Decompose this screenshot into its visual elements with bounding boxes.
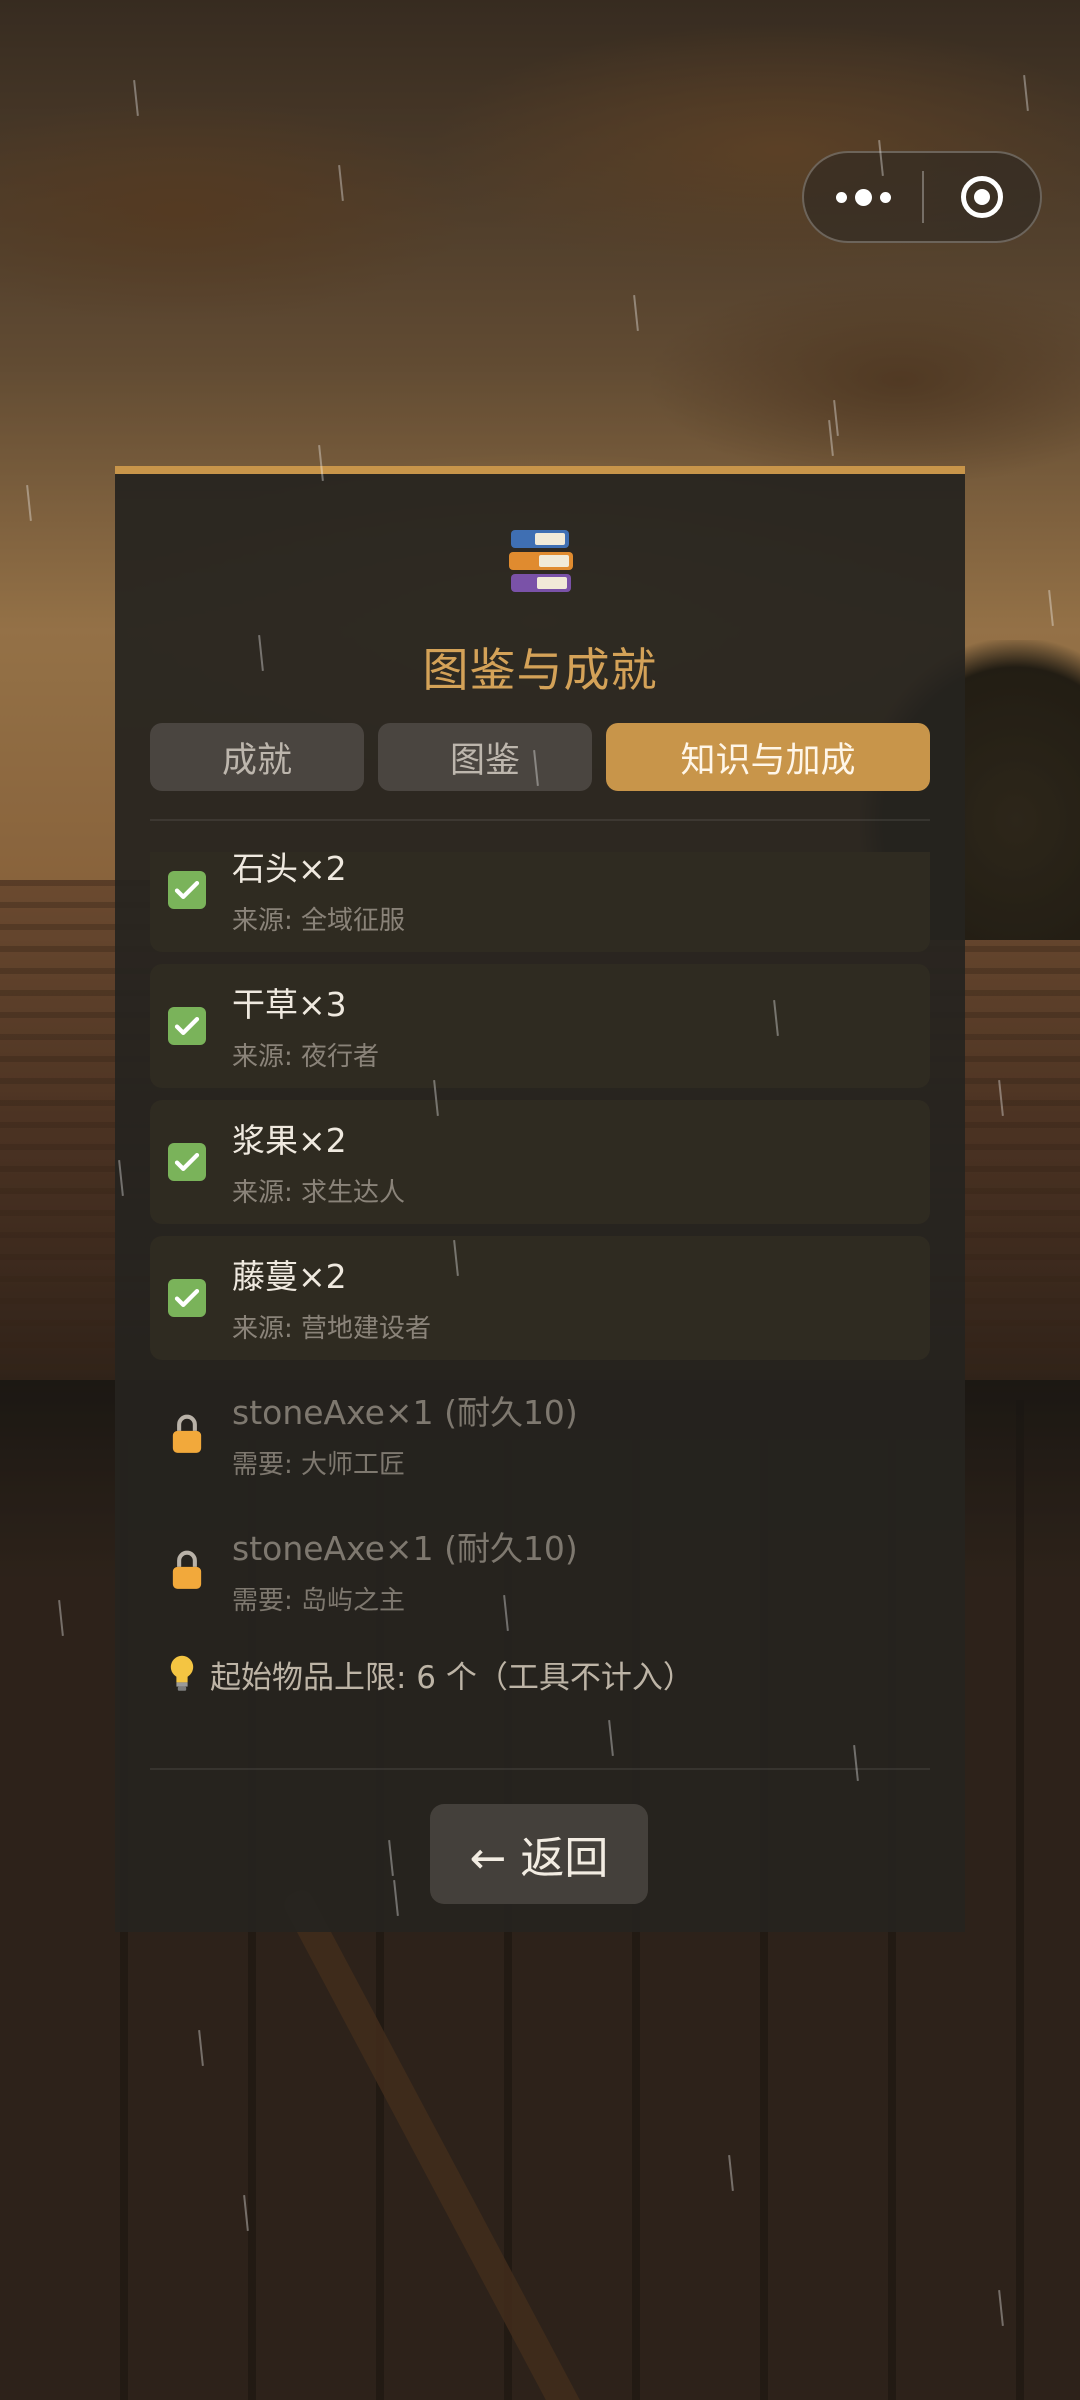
back-button[interactable]: ← 返回 [430,1804,648,1904]
start-item-limit-note: 起始物品上限: 6 个（工具不计入） [150,1644,930,1704]
checkbox-checked-icon [168,871,206,909]
dot-icon [879,191,891,203]
more-menu-button[interactable] [804,153,922,241]
bonus-list[interactable]: 石头×2 来源: 全域征服 干草×3 来源: 夜行者 浆果×2 来源: 求生达人 [150,852,930,1742]
tab-codex[interactable]: 图鉴 [378,723,592,791]
lightbulb-icon [170,1655,194,1691]
codex-panel: 图鉴与成就 成就 图鉴 知识与加成 石头×2 来源: 全域征服 干草×3 来源:… [115,466,965,1932]
list-item-locked: stoneAxe×1 (耐久10) 需要: 大师工匠 [150,1372,930,1496]
item-source: 来源: 全域征服 [232,906,406,936]
dot-icon [835,191,847,203]
item-name: 藤蔓×2 [232,1257,347,1296]
lock-icon [172,1550,202,1589]
list-item: 干草×3 来源: 夜行者 [150,964,930,1088]
close-miniprogram-button[interactable] [924,153,1040,241]
item-source: 来源: 营地建设者 [232,1314,432,1344]
list-item: 石头×2 来源: 全域征服 [150,852,930,952]
checkbox-checked-icon [168,1279,206,1317]
list-item-locked: stoneAxe×1 (耐久10) 需要: 岛屿之主 [150,1508,930,1632]
tab-bar: 成就 图鉴 知识与加成 [150,723,930,791]
item-name: 浆果×2 [232,1121,347,1160]
item-name: stoneAxe×1 (耐久10) [232,1393,578,1432]
item-source: 来源: 求生达人 [232,1178,406,1208]
list-item: 藤蔓×2 来源: 营地建设者 [150,1236,930,1360]
panel-title: 图鉴与成就 [422,643,658,697]
item-name: 石头×2 [232,852,347,888]
item-source: 来源: 夜行者 [232,1042,380,1072]
item-name: 干草×3 [232,985,347,1024]
checkbox-checked-icon [168,1007,206,1045]
lock-icon [172,1414,202,1453]
note-text: 起始物品上限: 6 个（工具不计入） [210,1659,694,1696]
books-icon [509,530,573,596]
item-requirement: 需要: 岛屿之主 [232,1586,406,1616]
divider [150,819,930,821]
divider [150,1768,930,1770]
tab-achievements[interactable]: 成就 [150,723,364,791]
item-requirement: 需要: 大师工匠 [232,1450,406,1480]
checkbox-checked-icon [168,1143,206,1181]
miniprogram-capsule [802,151,1042,243]
target-icon [961,176,1003,218]
item-name: stoneAxe×1 (耐久10) [232,1529,578,1568]
list-item: 浆果×2 来源: 求生达人 [150,1100,930,1224]
dot-icon [854,188,872,206]
tab-knowledge-bonus[interactable]: 知识与加成 [606,723,930,791]
